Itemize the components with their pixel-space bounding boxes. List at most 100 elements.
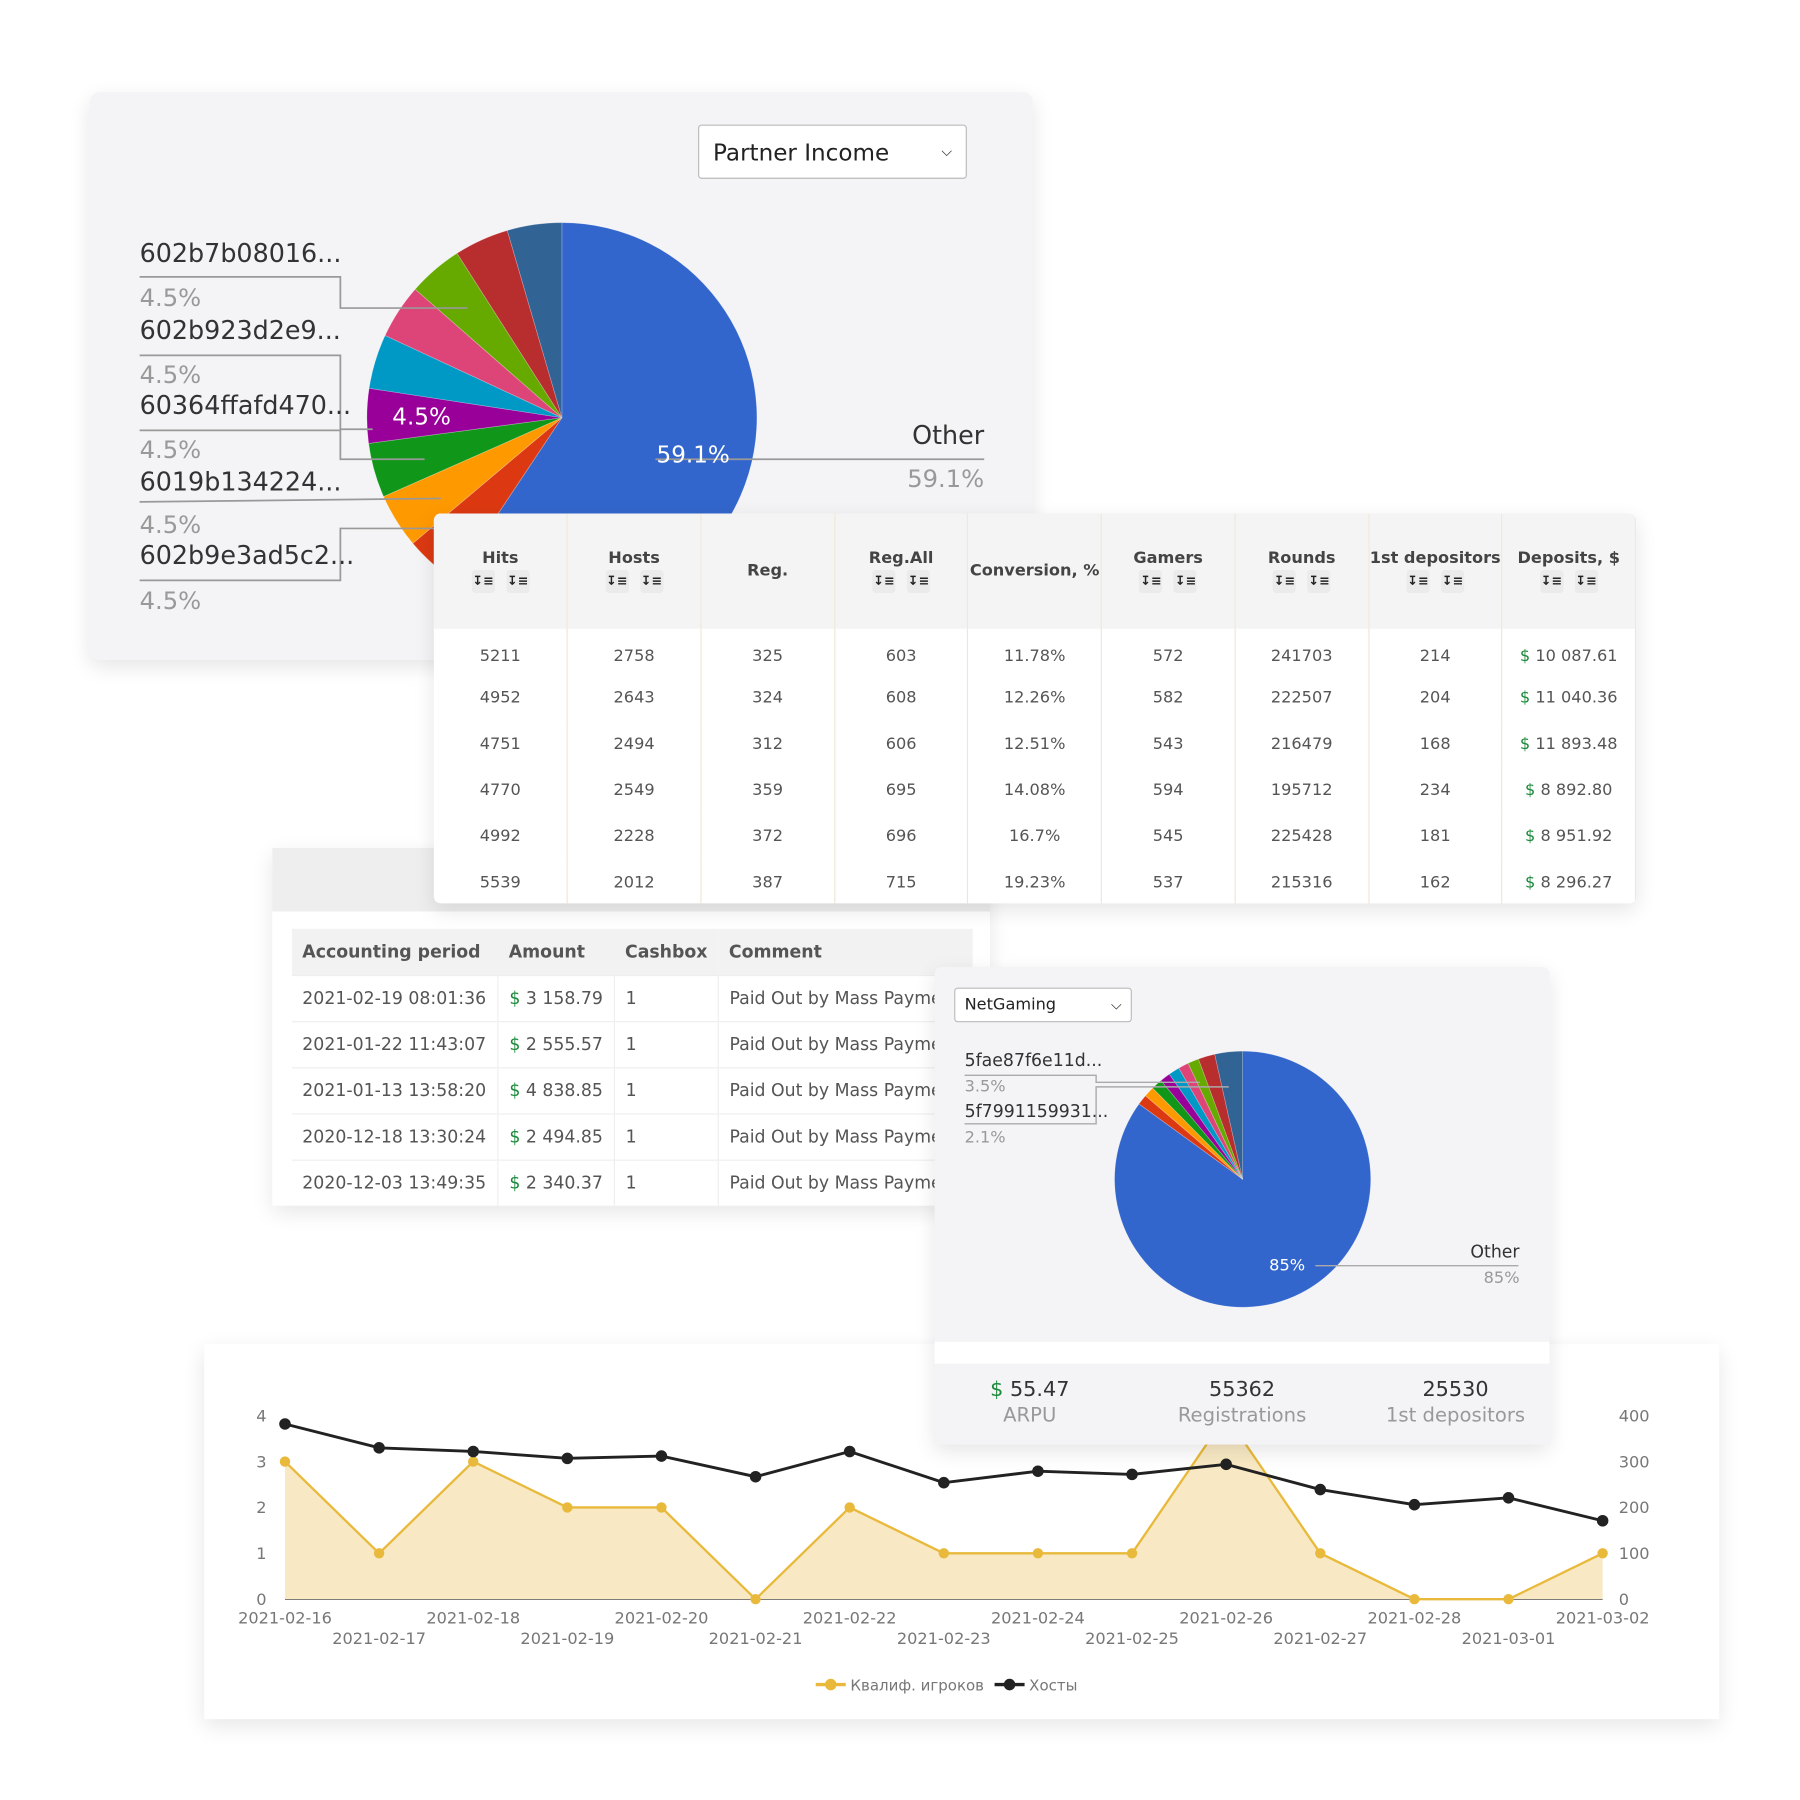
column-header: Reg.	[700, 513, 835, 629]
sort-amount-asc-icon[interactable]: ↧≡	[1139, 569, 1163, 594]
y-left-tick-label: 2	[256, 1498, 266, 1517]
table-cell: 215316	[1234, 859, 1370, 904]
sort-amount-desc-icon[interactable]: ↧≡	[1574, 569, 1598, 594]
currency-symbol: $	[1519, 647, 1531, 666]
legend-label: Квалиф. игроков	[850, 1676, 984, 1694]
cell-value: 608	[885, 688, 917, 708]
slice-label: 4.5%	[392, 402, 451, 431]
sort-amount-asc-icon[interactable]: ↧≡	[1539, 569, 1563, 594]
data-point[interactable]	[373, 1442, 385, 1454]
data-point[interactable]	[373, 1548, 385, 1559]
currency-symbol: $	[1519, 688, 1531, 708]
data-point[interactable]	[561, 1452, 574, 1465]
column-header: Conversion, %	[967, 513, 1102, 629]
data-point[interactable]	[1220, 1458, 1232, 1471]
cell-value: 2549	[613, 781, 655, 800]
cell-value: 4751	[479, 734, 521, 754]
y-left-tick-label: 4	[256, 1406, 266, 1425]
cell-value: 1	[625, 987, 637, 1009]
cell-value: 214	[1419, 647, 1451, 666]
data-point[interactable]	[750, 1593, 761, 1605]
legend-item[interactable]: Квалиф. игроков	[815, 1676, 984, 1694]
column-header: Deposits, $ ↧≡ ↧≡	[1501, 513, 1637, 629]
data-point[interactable]	[1032, 1465, 1044, 1477]
data-point[interactable]	[1596, 1514, 1609, 1527]
sort-amount-asc-icon[interactable]: ↧≡	[605, 569, 629, 594]
table-cell: 372	[700, 813, 835, 860]
data-point[interactable]	[843, 1445, 856, 1458]
table-cell: 4992	[433, 813, 568, 860]
data-point[interactable]	[1597, 1548, 1608, 1559]
cell-value: 12.26%	[1003, 688, 1066, 708]
legend-item[interactable]: Хосты	[994, 1676, 1078, 1694]
legend-pct: 4.5%	[139, 436, 202, 464]
legend-label: 602b7b08016...	[139, 239, 342, 269]
data-point[interactable]	[1314, 1483, 1327, 1496]
x-tick-label: 2021-02-28	[1367, 1608, 1461, 1627]
cell-value: 545	[1152, 827, 1184, 846]
cell-value: 11 040.36	[1535, 688, 1618, 708]
slice-label-other: 85%	[1269, 1256, 1306, 1275]
table-cell: $ 10 087.61	[1501, 628, 1637, 675]
cell-value: 2021-01-22 11:43:07	[302, 1033, 487, 1055]
data-point[interactable]	[1409, 1593, 1420, 1605]
data-point[interactable]	[562, 1502, 573, 1513]
data-point[interactable]	[1315, 1548, 1326, 1559]
column-header[interactable]: Accounting period	[291, 928, 499, 975]
table-cell: $ 11 040.36	[1501, 674, 1637, 722]
column-header[interactable]: Cashbox	[614, 928, 719, 975]
sort-amount-desc-icon[interactable]: ↧≡	[639, 569, 663, 594]
legend-pct: 4.5%	[139, 587, 202, 615]
cell-value: 4952	[479, 688, 521, 708]
data-point[interactable]	[468, 1456, 479, 1467]
table-cell: 359	[700, 767, 835, 814]
data-point[interactable]	[1408, 1498, 1421, 1511]
data-point[interactable]	[279, 1456, 291, 1467]
data-point[interactable]	[1126, 1548, 1138, 1559]
legend-label: Хосты	[1029, 1676, 1077, 1694]
sort-amount-desc-icon[interactable]: ↧≡	[506, 569, 530, 594]
sort-amount-desc-icon[interactable]: ↧≡	[1173, 569, 1198, 594]
table-cell: 2228	[567, 813, 702, 860]
column-header[interactable]: Amount	[498, 928, 615, 975]
table-cell: 2012	[567, 859, 702, 904]
column-title: Reg.	[747, 561, 789, 581]
sort-amount-desc-icon[interactable]: ↧≡	[1307, 569, 1331, 594]
cell-value: 2643	[613, 688, 655, 708]
column-title: Conversion, %	[969, 561, 1100, 581]
legend-label: 5f7991159931...	[964, 1100, 1109, 1122]
table-cell: 606	[834, 721, 969, 768]
table-row: 2020-12-03 13:49:35 $ 2 340.37 1 Paid Out b…	[291, 1158, 973, 1206]
table-cell: 4770	[433, 767, 568, 814]
sort-amount-asc-icon[interactable]: ↧≡	[1272, 569, 1296, 594]
table-cell: 2021-02-19 08:01:36	[291, 974, 499, 1022]
cell-value: 5539	[479, 873, 521, 892]
data-point[interactable]	[656, 1502, 667, 1513]
data-point[interactable]	[279, 1418, 291, 1430]
table-cell: 234	[1368, 767, 1503, 814]
table-cell: 572	[1101, 628, 1236, 675]
data-point[interactable]	[655, 1450, 668, 1462]
currency-symbol: $	[1525, 873, 1536, 892]
data-point[interactable]	[467, 1445, 479, 1458]
data-point[interactable]	[1503, 1593, 1514, 1605]
x-tick-label: 2021-02-23	[897, 1629, 991, 1648]
data-point[interactable]	[1502, 1492, 1515, 1504]
column-title: Deposits, $	[1517, 549, 1620, 568]
data-point[interactable]	[938, 1548, 950, 1559]
data-point[interactable]	[938, 1476, 950, 1489]
data-point[interactable]	[844, 1502, 855, 1513]
sort-amount-desc-icon[interactable]: ↧≡	[1440, 569, 1465, 594]
data-point[interactable]	[1032, 1548, 1044, 1559]
table-cell: 312	[700, 721, 835, 768]
table-cell: $ 2 340.37	[498, 1158, 616, 1206]
data-point[interactable]	[749, 1470, 762, 1483]
currency-symbol: $	[509, 1172, 521, 1194]
cell-value: 2020-12-18 13:30:24	[302, 1126, 487, 1147]
sort-amount-asc-icon[interactable]: ↧≡	[1406, 569, 1430, 594]
data-point[interactable]	[1126, 1468, 1138, 1481]
sort-amount-desc-icon[interactable]: ↧≡	[906, 569, 930, 594]
sort-amount-asc-icon[interactable]: ↧≡	[872, 569, 896, 594]
sort-amount-asc-icon[interactable]: ↧≡	[471, 569, 495, 594]
x-tick-label: 2021-02-20	[615, 1608, 709, 1627]
